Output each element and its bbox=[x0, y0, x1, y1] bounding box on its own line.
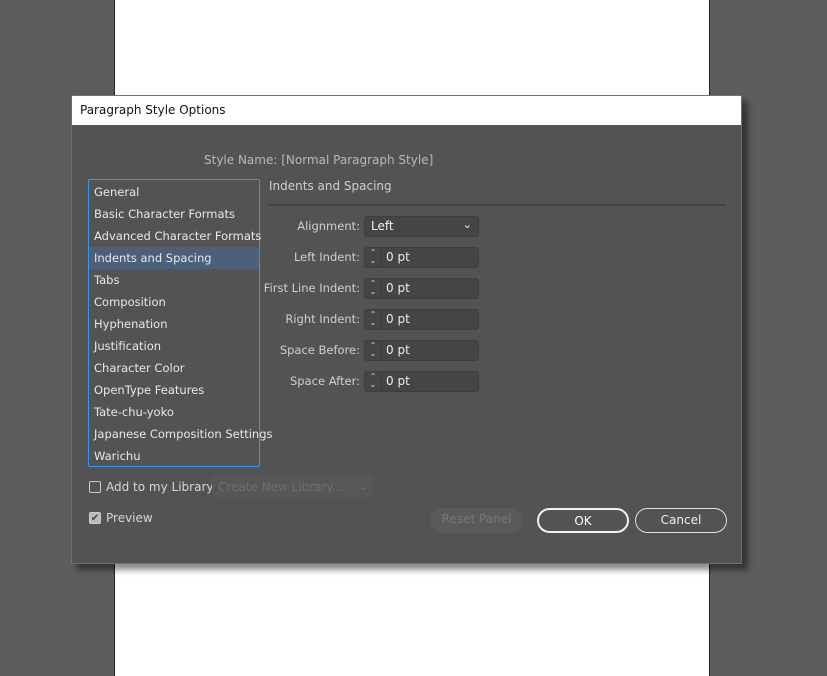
space-before-value[interactable]: 0 pt bbox=[386, 343, 410, 357]
left-indent-label: Left Indent: bbox=[293, 250, 360, 264]
alignment-value: Left bbox=[371, 219, 394, 233]
style-name-value[interactable]: [Normal Paragraph Style] bbox=[281, 153, 433, 167]
category-advanced-character-formats[interactable]: Advanced Character Formats bbox=[89, 225, 261, 247]
chevron-down-icon: ⌄ bbox=[462, 218, 472, 231]
category-justification[interactable]: Justification bbox=[89, 335, 259, 357]
category-japanese-composition-settings[interactable]: Japanese Composition Settings bbox=[89, 423, 273, 445]
style-name-label: Style Name: bbox=[204, 153, 278, 167]
right-indent-row: Right Indent: ⌃ ⌄ 0 pt bbox=[252, 309, 480, 330]
category-basic-character-formats[interactable]: Basic Character Formats bbox=[89, 203, 259, 225]
stepper-arrows-icon[interactable]: ⌃ ⌄ bbox=[365, 341, 382, 360]
library-dropdown[interactable]: Create New Library... ⌄ bbox=[212, 476, 373, 498]
chevron-down-icon: ⌄ bbox=[357, 479, 368, 493]
space-after-value[interactable]: 0 pt bbox=[386, 374, 410, 388]
category-composition[interactable]: Composition bbox=[89, 291, 259, 313]
left-indent-field[interactable]: ⌃ ⌄ 0 pt bbox=[364, 247, 479, 268]
alignment-dropdown[interactable]: Left ⌄ bbox=[364, 216, 479, 237]
add-to-library-checkbox[interactable] bbox=[89, 481, 101, 493]
stepper-arrows-icon[interactable]: ⌃ ⌄ bbox=[365, 248, 382, 267]
first-line-indent-row: First Line Indent: ⌃ ⌄ 0 pt bbox=[252, 278, 480, 299]
category-general[interactable]: General bbox=[89, 181, 259, 203]
library-dropdown-value: Create New Library... bbox=[218, 480, 344, 494]
ok-button[interactable]: OK bbox=[537, 508, 629, 533]
space-before-row: Space Before: ⌃ ⌄ 0 pt bbox=[252, 340, 480, 361]
first-line-indent-value[interactable]: 0 pt bbox=[386, 281, 410, 295]
stepper-arrows-icon[interactable]: ⌃ ⌄ bbox=[365, 279, 382, 298]
alignment-label: Alignment: bbox=[297, 219, 360, 233]
add-to-library-option[interactable]: Add to my Library bbox=[89, 480, 213, 494]
reset-panel-button[interactable]: Reset Panel bbox=[430, 508, 523, 533]
preview-option[interactable]: ✔ Preview bbox=[89, 511, 153, 525]
category-tabs[interactable]: Tabs bbox=[89, 269, 259, 291]
paragraph-style-options-dialog: Paragraph Style Options Style Name: [Nor… bbox=[71, 95, 742, 564]
right-indent-value[interactable]: 0 pt bbox=[386, 312, 410, 326]
category-list: General Basic Character Formats Advanced… bbox=[88, 179, 273, 467]
right-indent-label: Right Indent: bbox=[285, 312, 360, 326]
category-opentype-features[interactable]: OpenType Features bbox=[89, 379, 259, 401]
left-indent-row: Left Indent: ⌃ ⌄ 0 pt bbox=[252, 247, 480, 268]
space-before-label: Space Before: bbox=[279, 343, 360, 357]
cancel-button[interactable]: Cancel bbox=[635, 508, 727, 533]
space-before-field[interactable]: ⌃ ⌄ 0 pt bbox=[364, 340, 479, 361]
preview-checkbox[interactable]: ✔ bbox=[89, 512, 101, 524]
stepper-arrows-icon[interactable]: ⌃ ⌄ bbox=[365, 310, 382, 329]
add-to-library-label: Add to my Library bbox=[106, 480, 214, 494]
category-warichu[interactable]: Warichu bbox=[89, 445, 259, 467]
preview-label: Preview bbox=[106, 511, 153, 525]
section-divider bbox=[269, 204, 726, 206]
style-name: Style Name: [Normal Paragraph Style] bbox=[204, 153, 433, 167]
stepper-arrows-icon[interactable]: ⌃ ⌄ bbox=[365, 372, 382, 391]
category-hyphenation[interactable]: Hyphenation bbox=[89, 313, 259, 335]
first-line-indent-field[interactable]: ⌃ ⌄ 0 pt bbox=[364, 278, 479, 299]
section-title: Indents and Spacing bbox=[269, 179, 392, 193]
dialog-title: Paragraph Style Options bbox=[72, 96, 741, 125]
category-tate-chu-yoko[interactable]: Tate-chu-yoko bbox=[89, 401, 259, 423]
category-character-color[interactable]: Character Color bbox=[89, 357, 259, 379]
space-after-field[interactable]: ⌃ ⌄ 0 pt bbox=[364, 371, 479, 392]
left-indent-value[interactable]: 0 pt bbox=[386, 250, 410, 264]
space-after-label: Space After: bbox=[290, 374, 360, 388]
space-after-row: Space After: ⌃ ⌄ 0 pt bbox=[252, 371, 480, 392]
first-line-indent-label: First Line Indent: bbox=[263, 281, 360, 295]
right-indent-field[interactable]: ⌃ ⌄ 0 pt bbox=[364, 309, 479, 330]
category-indents-and-spacing[interactable]: Indents and Spacing bbox=[89, 247, 259, 269]
alignment-row: Alignment: Left ⌄ bbox=[252, 216, 480, 237]
